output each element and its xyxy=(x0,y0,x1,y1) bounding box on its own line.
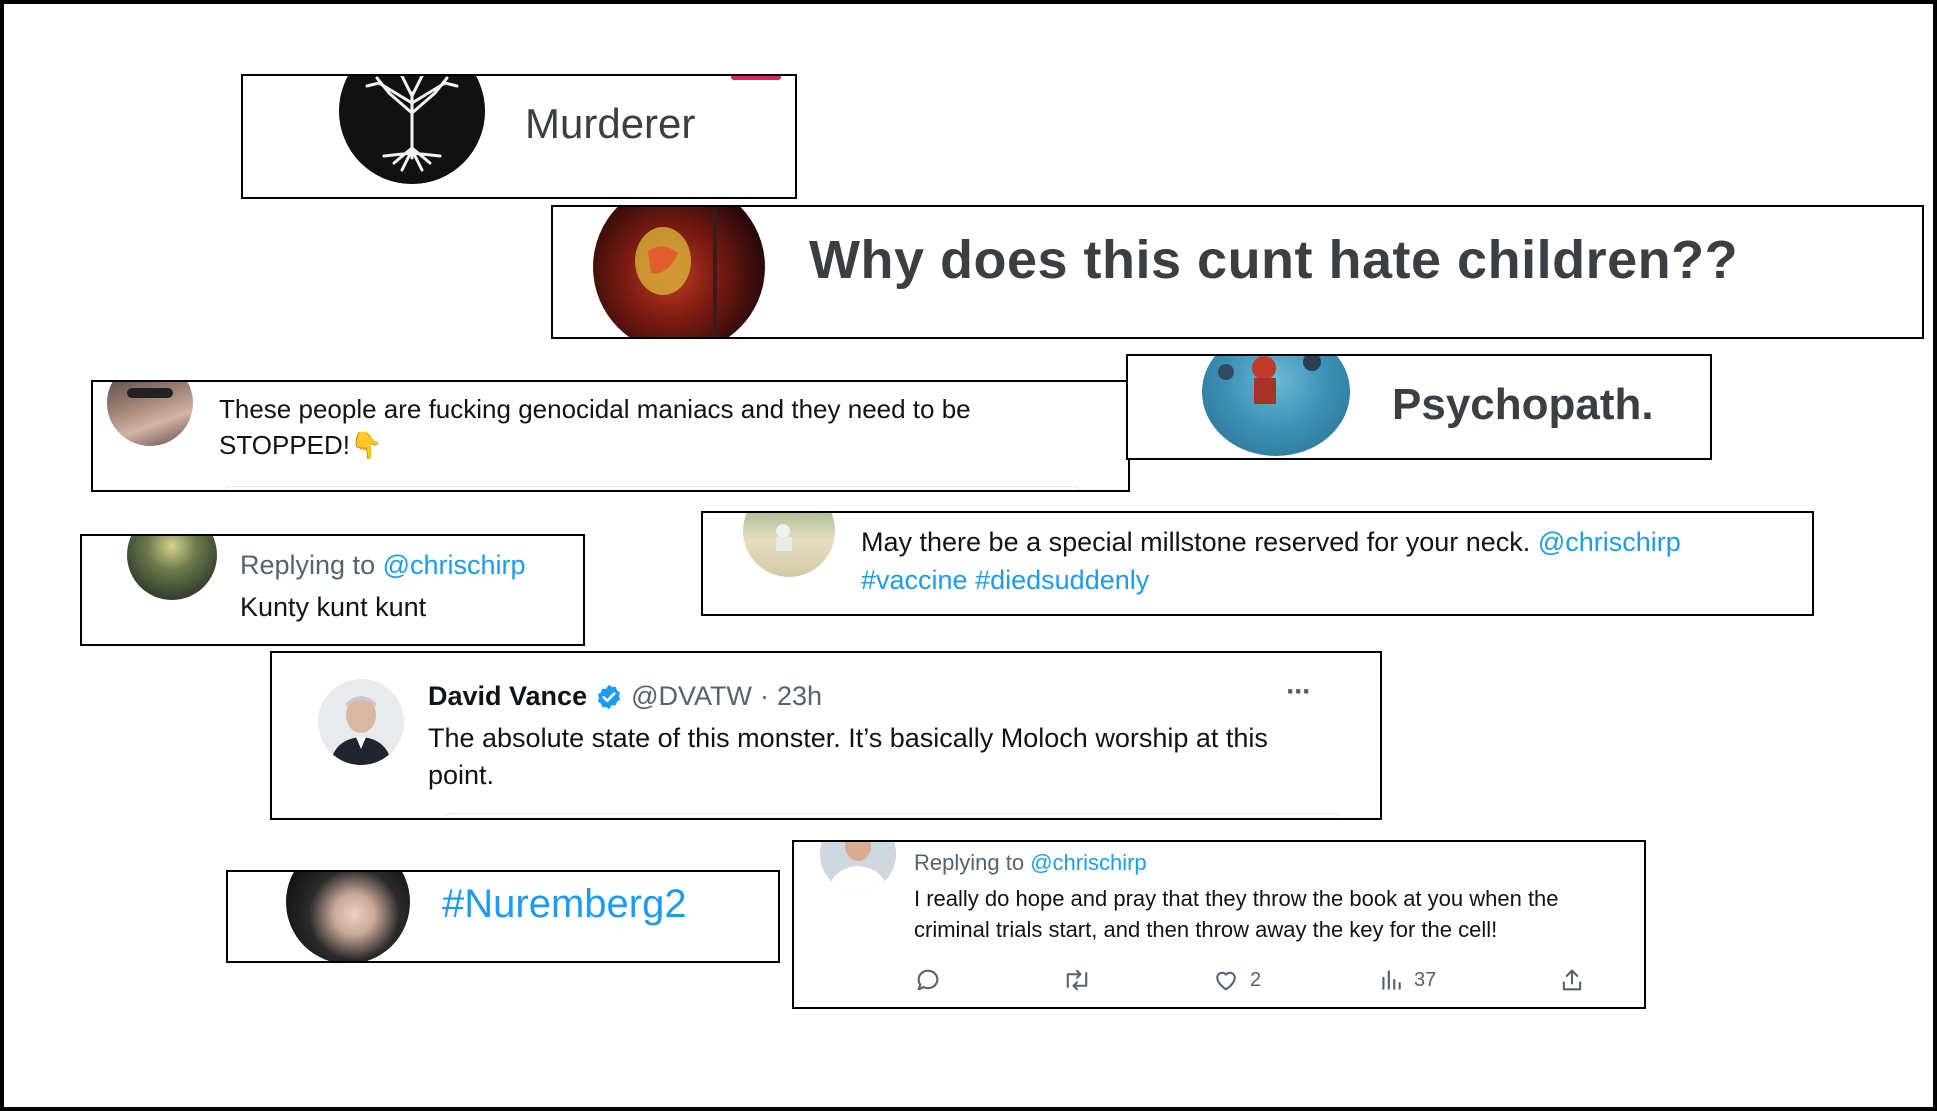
hashtag-nuremberg2-link[interactable]: #Nuremberg2 xyxy=(442,882,687,927)
reply-text-line-1: May there be a special millstone reserve… xyxy=(861,527,1681,558)
author-handle[interactable]: @DVATW xyxy=(631,681,752,712)
views-chart-icon xyxy=(1382,970,1401,990)
reply-text: May there be a special millstone reserve… xyxy=(861,527,1531,557)
reply-text-line-1: These people are fucking genocidal mania… xyxy=(219,394,971,424)
reply-snippet-murderer: Murderer xyxy=(241,74,797,199)
verified-badge-icon xyxy=(595,683,623,711)
mention-link[interactable]: @chrischirp xyxy=(1538,527,1681,557)
replying-to: Replying to @chrischirp xyxy=(240,550,526,581)
reply-handle-link[interactable]: @chrischirp xyxy=(1030,850,1146,875)
reply-text: Psychopath. xyxy=(1392,380,1654,429)
tree-of-life-avatar-icon[interactable] xyxy=(339,76,485,184)
hashtag-vaccine-link[interactable]: #vaccine xyxy=(861,565,968,595)
replying-to-label: Replying to xyxy=(240,550,376,580)
retweet-button[interactable] xyxy=(1062,966,1092,994)
quoted-card-edge xyxy=(221,486,1083,490)
share-icon xyxy=(1562,969,1582,991)
hashtag-diedsuddenly-link[interactable]: #diedsuddenly xyxy=(975,565,1149,595)
badge-fragment xyxy=(731,76,781,80)
share-button[interactable] xyxy=(1558,966,1586,994)
reply-text-line-1: I really do hope and pray that they thro… xyxy=(914,886,1559,911)
man-avatar-icon[interactable] xyxy=(820,842,896,892)
header-separator: · xyxy=(760,681,769,711)
reply-text-line-2: criminal trials start, and then throw aw… xyxy=(914,917,1498,942)
reply-handle-link[interactable]: @chrischirp xyxy=(383,550,526,580)
reply-snippet-criminal-trials: Replying to @chrischirp I really do hope… xyxy=(792,840,1646,1009)
reply-icon xyxy=(917,969,939,991)
reply-text: Why does this cunt hate children?? xyxy=(809,230,1739,290)
reply-text-line-2: #vaccine #diedsuddenly xyxy=(861,565,1149,596)
tweet-text-line-1: The absolute state of this monster. It’s… xyxy=(428,723,1268,753)
replying-to: Replying to @chrischirp xyxy=(914,850,1147,876)
reply-text: Murderer xyxy=(525,100,696,147)
reply-snippet-nuremberg: #Nuremberg2 xyxy=(226,870,780,963)
reply-button[interactable] xyxy=(914,966,942,994)
retweet-icon xyxy=(1066,969,1088,991)
david-vance-avatar-icon[interactable] xyxy=(318,679,404,765)
reply-snippet-genocidal: These people are fucking genocidal mania… xyxy=(91,380,1130,492)
pointing-down-emoji: 👇 xyxy=(350,430,383,460)
replying-to-label: Replying to xyxy=(914,850,1025,875)
heart-icon xyxy=(1216,971,1236,991)
reply-snippet-psychopath: Psychopath. xyxy=(1126,354,1712,460)
view-count: 37 xyxy=(1414,968,1437,991)
like-button[interactable]: 2 xyxy=(1212,966,1261,994)
views-button[interactable]: 37 xyxy=(1378,966,1436,994)
woman-avatar-icon[interactable] xyxy=(107,382,193,446)
tweet-text-line-2: point. xyxy=(428,760,495,790)
dark-hair-avatar-icon[interactable] xyxy=(286,872,410,961)
reply-text-line-2: STOPPED!👇 xyxy=(219,430,382,461)
pool-photo-avatar-icon[interactable] xyxy=(1202,356,1350,456)
quoted-card-edge xyxy=(442,813,1344,818)
beach-photo-avatar-icon[interactable] xyxy=(743,513,835,577)
tweet-header: David Vance @DVATW · 23h xyxy=(428,681,822,712)
more-options-icon[interactable]: ··· xyxy=(1286,675,1312,709)
like-count: 2 xyxy=(1250,968,1262,991)
masked-figure-avatar-icon[interactable] xyxy=(593,207,765,337)
tweet-time[interactable]: 23h xyxy=(777,681,822,712)
reply-text: Kunty kunt kunt xyxy=(240,592,427,622)
tweet-david-vance: David Vance @DVATW · 23h ··· The absolut… xyxy=(270,651,1382,820)
reply-snippet-kunty: Replying to @chrischirp Kunty kunt kunt xyxy=(80,534,585,646)
reply-snippet-hate-children: Why does this cunt hate children?? xyxy=(551,205,1924,339)
author-name[interactable]: David Vance xyxy=(428,681,587,712)
reply-text-stopped: STOPPED! xyxy=(219,430,351,460)
green-glow-avatar-icon[interactable] xyxy=(127,536,217,600)
reply-snippet-millstone: May there be a special millstone reserve… xyxy=(701,511,1814,616)
